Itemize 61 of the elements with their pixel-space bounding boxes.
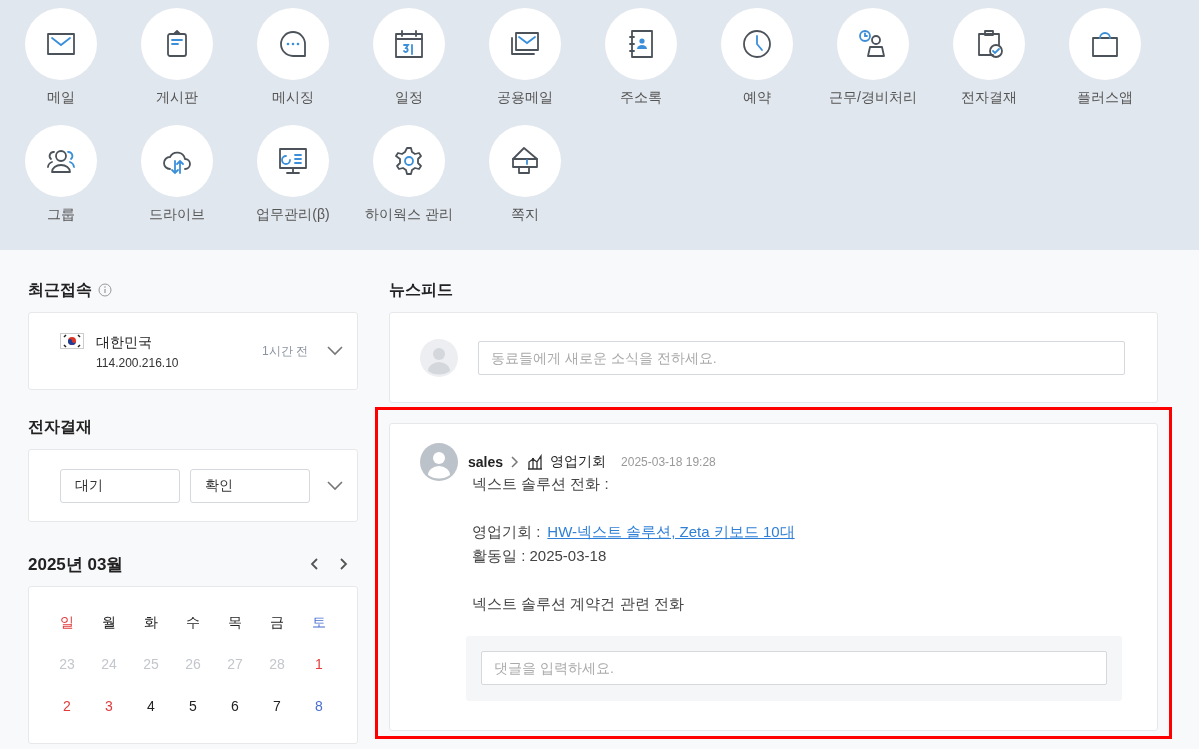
month-title: 2025년 03월: [28, 553, 124, 576]
weekday-label: 수: [186, 614, 200, 630]
calendar-day[interactable]: 7: [273, 698, 281, 714]
opportunity-link[interactable]: HW-넥스트 솔루션, Zeta 키보드 10대: [547, 520, 795, 544]
author-name[interactable]: sales: [468, 454, 504, 470]
chevron-right-icon: [510, 455, 521, 469]
post-input-field[interactable]: 동료들에게 새로운 소식을 전하세요.: [478, 340, 1125, 375]
app-label[interactable]: 하이웍스 관리: [365, 206, 453, 222]
login-time: 1시간 전: [262, 342, 308, 360]
flag-icon: [60, 333, 84, 349]
weekday-label: 일: [60, 614, 74, 630]
app-label[interactable]: 드라이브: [149, 206, 205, 222]
app-label[interactable]: 그룹: [47, 206, 75, 222]
calendar-day[interactable]: 5: [189, 698, 197, 714]
calendar-day[interactable]: 4: [147, 698, 155, 714]
comment-input-field[interactable]: 댓글을 입력하세요.: [481, 651, 1107, 685]
calendar-day[interactable]: 2: [63, 698, 71, 714]
post-text: 넥스트 솔루션 전화 :: [472, 474, 610, 494]
app-label[interactable]: 공용메일: [497, 89, 553, 105]
chevron-down-icon[interactable]: [327, 480, 343, 491]
weekday-label: 토: [312, 614, 326, 630]
post-time: 2025-03-18 19:28: [621, 455, 716, 469]
calendar-day[interactable]: 1: [315, 656, 323, 672]
app-label[interactable]: 메시징: [272, 89, 314, 105]
post-text: 활동일 : 2025-03-18: [472, 546, 608, 566]
app-label[interactable]: 게시판: [156, 89, 198, 105]
filter-button[interactable]: 대기: [60, 468, 180, 503]
weekday-label: 금: [270, 614, 284, 630]
gear-icon: [393, 145, 425, 177]
filter-button[interactable]: 확인: [190, 468, 310, 503]
app-label[interactable]: 전자결재: [961, 89, 1017, 105]
calendar-day[interactable]: 8: [315, 698, 323, 714]
monitor-icon: [277, 145, 309, 177]
app-label[interactable]: 메일: [47, 89, 75, 105]
ip-address: 114.200.216.10: [96, 356, 179, 370]
avatar-icon: [420, 443, 458, 481]
chevron-down-icon[interactable]: [327, 346, 343, 356]
weekday-label: 목: [228, 614, 242, 630]
app-label[interactable]: 쪽지: [511, 206, 539, 222]
clock-icon: [741, 28, 773, 60]
avatar-icon: [420, 338, 458, 377]
calendar-day[interactable]: 3: [105, 698, 113, 714]
section-title: 뉴스피드: [389, 279, 453, 300]
country-name: 대한민국: [96, 334, 153, 352]
weekday-label: 화: [144, 614, 158, 630]
section-title: 최근접속: [28, 279, 92, 300]
board-name[interactable]: 영업기회: [550, 453, 607, 471]
calendar-day[interactable]: 6: [231, 698, 239, 714]
chart-icon: [527, 454, 544, 470]
calendar-icon: [393, 28, 425, 60]
app-label[interactable]: 예약: [743, 89, 771, 105]
post-text: 넥스트 솔루션 계약건 관련 전화: [472, 594, 685, 614]
app-label[interactable]: 일정: [395, 89, 423, 105]
app-label[interactable]: 플러스앱: [1077, 89, 1133, 105]
chat-bubble-icon: [277, 28, 309, 60]
app-label[interactable]: 근무/경비처리: [829, 89, 917, 105]
post-text: 영업기회 :: [472, 522, 541, 542]
section-title: 전자결재: [28, 416, 92, 437]
app-label[interactable]: 주소록: [620, 89, 662, 105]
app-label[interactable]: 업무관리(β): [256, 206, 330, 222]
weekday-label: 월: [102, 614, 116, 630]
